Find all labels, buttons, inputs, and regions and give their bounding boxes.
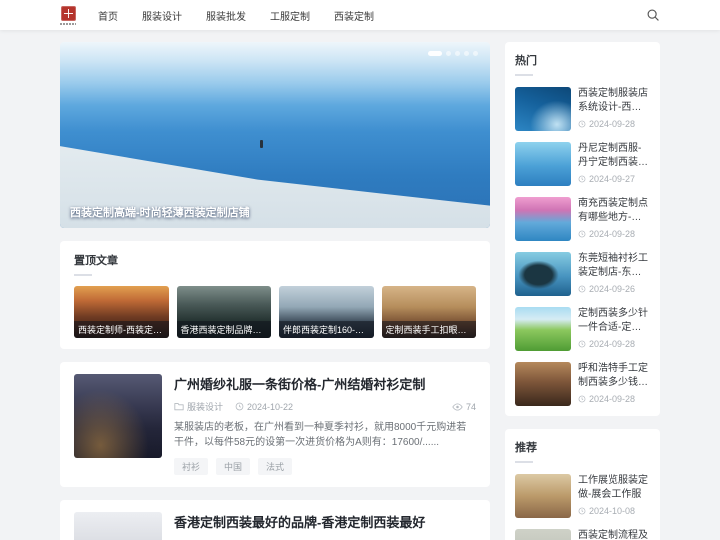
recommend-item-2[interactable]: 西装定制流程及面料选 [515, 529, 650, 540]
recommend-section-title: 推荐 [515, 442, 537, 454]
recommend-item-title: 工作展览服装定做-展会工作服 [578, 475, 648, 500]
article-title[interactable]: 香港定制西装最好的品牌-香港定制西装最好 [174, 512, 476, 531]
clock-icon [578, 285, 586, 293]
article-title[interactable]: 广州婚纱礼服一条街价格-广州结婚衬衫定制 [174, 374, 476, 393]
recommend-item-title: 西装定制流程及面料选 [578, 530, 648, 540]
site-logo[interactable] [60, 5, 76, 25]
hot-item-thumbnail [515, 197, 571, 241]
pinned-section-title: 置顶文章 [74, 255, 118, 267]
clock-icon [578, 395, 586, 403]
clock-icon [578, 507, 586, 515]
article-tags: 衬衫 中国 法式 [174, 458, 476, 475]
clock-icon [578, 175, 586, 183]
recommend-section: 推荐 工作展览服装定做-展会工作服 2024-10-08 西装定制流程及面料选 [505, 429, 660, 540]
recommend-item-thumbnail [515, 474, 571, 518]
hot-section: 热门 西装定制服装店系统设计-西装定制服装店系 2024-09-28 丹尼定制西… [505, 42, 660, 416]
nav-item-suit-custom[interactable]: 西装定制 [334, 8, 374, 23]
hot-item-title: 呼和浩特手工定制西装多少钱-呼和浩特手工 [578, 363, 648, 388]
hot-item-4[interactable]: 东莞短袖衬衫工装定制店-东莞定制工作服厂 2024-09-26 [515, 252, 650, 296]
tag-link[interactable]: 法式 [258, 458, 293, 475]
hot-item-thumbnail [515, 362, 571, 406]
hot-item-date: 2024-09-27 [578, 174, 650, 184]
recommend-item-1[interactable]: 工作展览服装定做-展会工作服 2024-10-08 [515, 474, 650, 518]
article-item-2: 香港定制西装最好的品牌-香港定制西装最好 西装定制 2024-10-22 73 [60, 500, 490, 540]
tag-link[interactable]: 中国 [216, 458, 251, 475]
hot-item-date: 2024-09-28 [578, 339, 650, 349]
folder-icon [174, 403, 184, 411]
article-thumbnail[interactable] [74, 512, 162, 540]
hot-item-title: 东莞短袖衬衫工装定制店-东莞定制工作服厂 [578, 253, 648, 278]
main-nav: 首页 服装设计 服装批发 工服定制 西装定制 [98, 8, 374, 23]
hot-item-5[interactable]: 定制西装多少针一件合适-定制西装多少针一 2024-09-28 [515, 307, 650, 351]
pinned-card-caption: 西装定制师-西装定制工... [74, 321, 169, 338]
hot-item-6[interactable]: 呼和浩特手工定制西装多少钱-呼和浩特手工 2024-09-28 [515, 362, 650, 406]
pinned-section: 置顶文章 西装定制师-西装定制工... 香港西装定制品牌推荐... 伴郎西装定制… [60, 241, 490, 349]
article-date: 2024-10-22 [235, 402, 293, 412]
nav-item-clothing-wholesale[interactable]: 服装批发 [206, 8, 246, 23]
hot-section-title: 热门 [515, 55, 537, 67]
clock-icon [578, 120, 586, 128]
hot-item-thumbnail [515, 252, 571, 296]
hot-item-title: 南充西装定制点有哪些地方-南充西装定制点 [578, 198, 648, 223]
hot-item-title: 定制西装多少针一件合适-定制西装多少针一 [578, 308, 648, 333]
search-icon[interactable] [646, 8, 660, 22]
carousel-indicators [428, 51, 478, 56]
hero-person-art [259, 139, 263, 148]
clock-icon [578, 230, 586, 238]
logo-tagline [60, 22, 76, 25]
header: 首页 服装设计 服装批发 工服定制 西装定制 [0, 0, 720, 30]
article-views: 74 [452, 402, 476, 412]
nav-item-clothing-design[interactable]: 服装设计 [142, 8, 182, 23]
article-excerpt: 某服装店的老板，在广州看到一种夏季衬衫，就用8000千元购进若干件，以每件58元… [174, 422, 467, 448]
article-thumbnail[interactable] [74, 374, 162, 458]
article-meta: 服装设计 2024-10-22 74 [174, 400, 476, 413]
hot-item-thumbnail [515, 307, 571, 351]
hot-item-date: 2024-09-26 [578, 284, 650, 294]
carousel-dot[interactable] [446, 51, 451, 56]
hot-item-2[interactable]: 丹尼定制西服-丹宁定制西装价格 2024-09-27 [515, 142, 650, 186]
recommend-item-date: 2024-10-08 [578, 506, 650, 516]
hero-beach-art [60, 146, 490, 228]
section-underline [515, 74, 533, 76]
carousel-dot[interactable] [428, 51, 442, 56]
eye-icon [452, 402, 463, 411]
hot-item-date: 2024-09-28 [578, 229, 650, 239]
hot-item-thumbnail [515, 87, 571, 131]
nav-item-workwear-custom[interactable]: 工服定制 [270, 8, 310, 23]
pinned-card-caption: 定制西装手工扣眼教程... [381, 321, 476, 338]
hot-item-date: 2024-09-28 [578, 394, 650, 404]
article-category[interactable]: 服装设计 [174, 400, 223, 413]
recommend-item-thumbnail [515, 529, 571, 540]
tag-link[interactable]: 衬衫 [174, 458, 209, 475]
clock-icon [578, 340, 586, 348]
section-underline [515, 461, 533, 463]
pinned-card-4[interactable]: 定制西装手工扣眼教程... [381, 286, 476, 338]
carousel-dot[interactable] [473, 51, 478, 56]
hot-item-title: 西装定制服装店系统设计-西装定制服装店系 [578, 88, 648, 113]
pinned-card-caption: 香港西装定制品牌推荐... [176, 321, 271, 338]
hot-item-1[interactable]: 西装定制服装店系统设计-西装定制服装店系 2024-09-28 [515, 87, 650, 131]
carousel-dot[interactable] [455, 51, 460, 56]
pinned-card-caption: 伴郎西装定制160-伴郎... [279, 321, 374, 338]
hot-item-title: 丹尼定制西服-丹宁定制西装价格 [578, 143, 648, 168]
logo-stamp-icon [60, 5, 76, 21]
hero-banner[interactable]: 西装定制高端-时尚轻薄西装定制店铺 [60, 42, 490, 228]
nav-item-home[interactable]: 首页 [98, 8, 118, 23]
pinned-card-1[interactable]: 西装定制师-西装定制工... [74, 286, 169, 338]
pinned-card-2[interactable]: 香港西装定制品牌推荐... [176, 286, 271, 338]
clock-icon [235, 402, 244, 411]
article-item-1: 广州婚纱礼服一条街价格-广州结婚衬衫定制 服装设计 2024-10-22 74 [60, 362, 490, 487]
hot-item-thumbnail [515, 142, 571, 186]
carousel-dot[interactable] [464, 51, 469, 56]
hot-item-date: 2024-09-28 [578, 119, 650, 129]
hero-caption[interactable]: 西装定制高端-时尚轻薄西装定制店铺 [70, 204, 250, 220]
pinned-card-3[interactable]: 伴郎西装定制160-伴郎... [279, 286, 374, 338]
hot-item-3[interactable]: 南充西装定制点有哪些地方-南充西装定制点 2024-09-28 [515, 197, 650, 241]
section-underline [74, 274, 92, 276]
